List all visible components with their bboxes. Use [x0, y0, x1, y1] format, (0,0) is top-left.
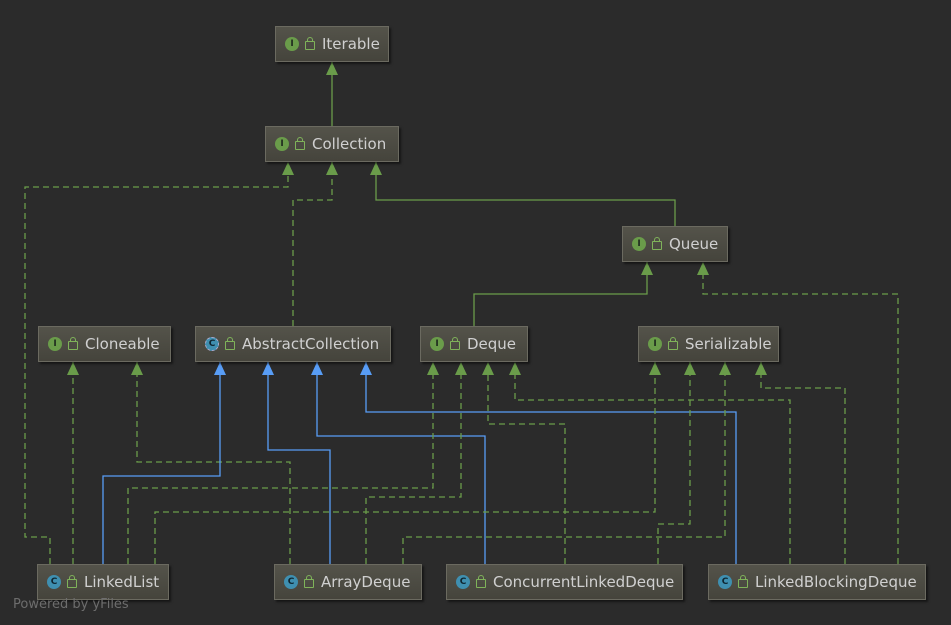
node-collection[interactable]: I Collection: [265, 126, 399, 162]
edge-linkedlist-to-cloneable: [67, 362, 79, 564]
class-icon: C: [47, 575, 61, 589]
node-label: LinkedBlockingDeque: [755, 573, 917, 591]
public-access-icon: [304, 575, 314, 588]
node-queue[interactable]: I Queue: [622, 226, 728, 262]
node-cloneable[interactable]: I Cloneable: [38, 326, 171, 362]
edge-concurrentlinkeddeque-to-deque: [482, 362, 566, 564]
edge-linkedblockingdeque-to-abstractcollection: [360, 362, 737, 564]
node-abstract-collection[interactable]: C AbstractCollection: [195, 326, 391, 362]
node-label: LinkedList: [84, 573, 160, 591]
public-access-icon: [668, 337, 678, 350]
edge-concurrentlinkeddeque-to-serializable: [657, 362, 696, 564]
interface-icon: I: [632, 237, 646, 251]
node-label: Iterable: [322, 35, 380, 53]
node-array-deque[interactable]: C ArrayDeque: [274, 564, 422, 600]
public-access-icon: [652, 237, 662, 250]
edge-linkedlist-to-serializable: [154, 362, 661, 564]
edge-queue-to-collection: [370, 162, 676, 226]
node-label: ConcurrentLinkedDeque: [493, 573, 675, 591]
edge-linkedblockingdeque-to-serializable: [755, 362, 846, 564]
relationship-edges: [24, 62, 899, 564]
edge-concurrentlinkeddeque-to-abstractcollection: [311, 362, 486, 564]
node-deque[interactable]: I Deque: [420, 326, 528, 362]
public-access-icon: [68, 337, 78, 350]
class-icon: C: [284, 575, 298, 589]
edge-collection-to-iterable: [326, 62, 338, 126]
interface-icon: I: [430, 337, 444, 351]
public-access-icon: [295, 137, 305, 150]
edge-linkedlist-to-abstractcollection: [102, 362, 226, 564]
public-access-icon: [225, 337, 235, 350]
interface-icon: I: [648, 337, 662, 351]
public-access-icon: [476, 575, 486, 588]
interface-icon: I: [48, 337, 62, 351]
watermark: Powered by yFiles: [13, 597, 129, 612]
edge-arraydeque-to-serializable: [402, 362, 731, 564]
node-concurrent-linked-deque[interactable]: C ConcurrentLinkedDeque: [446, 564, 683, 600]
edge-linkedblockingdeque-to-queue: [697, 262, 899, 564]
node-label: AbstractCollection: [242, 335, 380, 353]
node-label: Collection: [312, 135, 387, 153]
public-access-icon: [450, 337, 460, 350]
node-linked-list[interactable]: C LinkedList: [37, 564, 169, 600]
edge-deque-to-queue: [473, 262, 653, 326]
public-access-icon: [67, 575, 77, 588]
edge-linkedblockingdeque-to-deque: [509, 362, 791, 564]
node-linked-blocking-deque[interactable]: C LinkedBlockingDeque: [708, 564, 926, 600]
edge-abstractcollection-to-collection: [292, 162, 338, 326]
class-icon: C: [456, 575, 470, 589]
public-access-icon: [738, 575, 748, 588]
node-label: Cloneable: [85, 335, 160, 353]
node-label: Queue: [669, 235, 719, 253]
edge-linkedlist-to-collection: [24, 162, 294, 564]
node-iterable[interactable]: I Iterable: [275, 26, 389, 62]
node-serializable[interactable]: I Serializable: [638, 326, 779, 362]
edge-arraydeque-to-deque: [365, 362, 467, 564]
interface-icon: I: [275, 137, 289, 151]
public-access-icon: [305, 37, 315, 50]
edge-linkedlist-to-deque: [127, 362, 439, 564]
interface-icon: I: [285, 37, 299, 51]
abstract-class-icon: C: [205, 337, 219, 351]
edge-arraydeque-to-abstractcollection: [262, 362, 331, 564]
node-label: ArrayDeque: [321, 573, 411, 591]
class-icon: C: [718, 575, 732, 589]
node-label: Deque: [467, 335, 517, 353]
node-label: Serializable: [685, 335, 772, 353]
